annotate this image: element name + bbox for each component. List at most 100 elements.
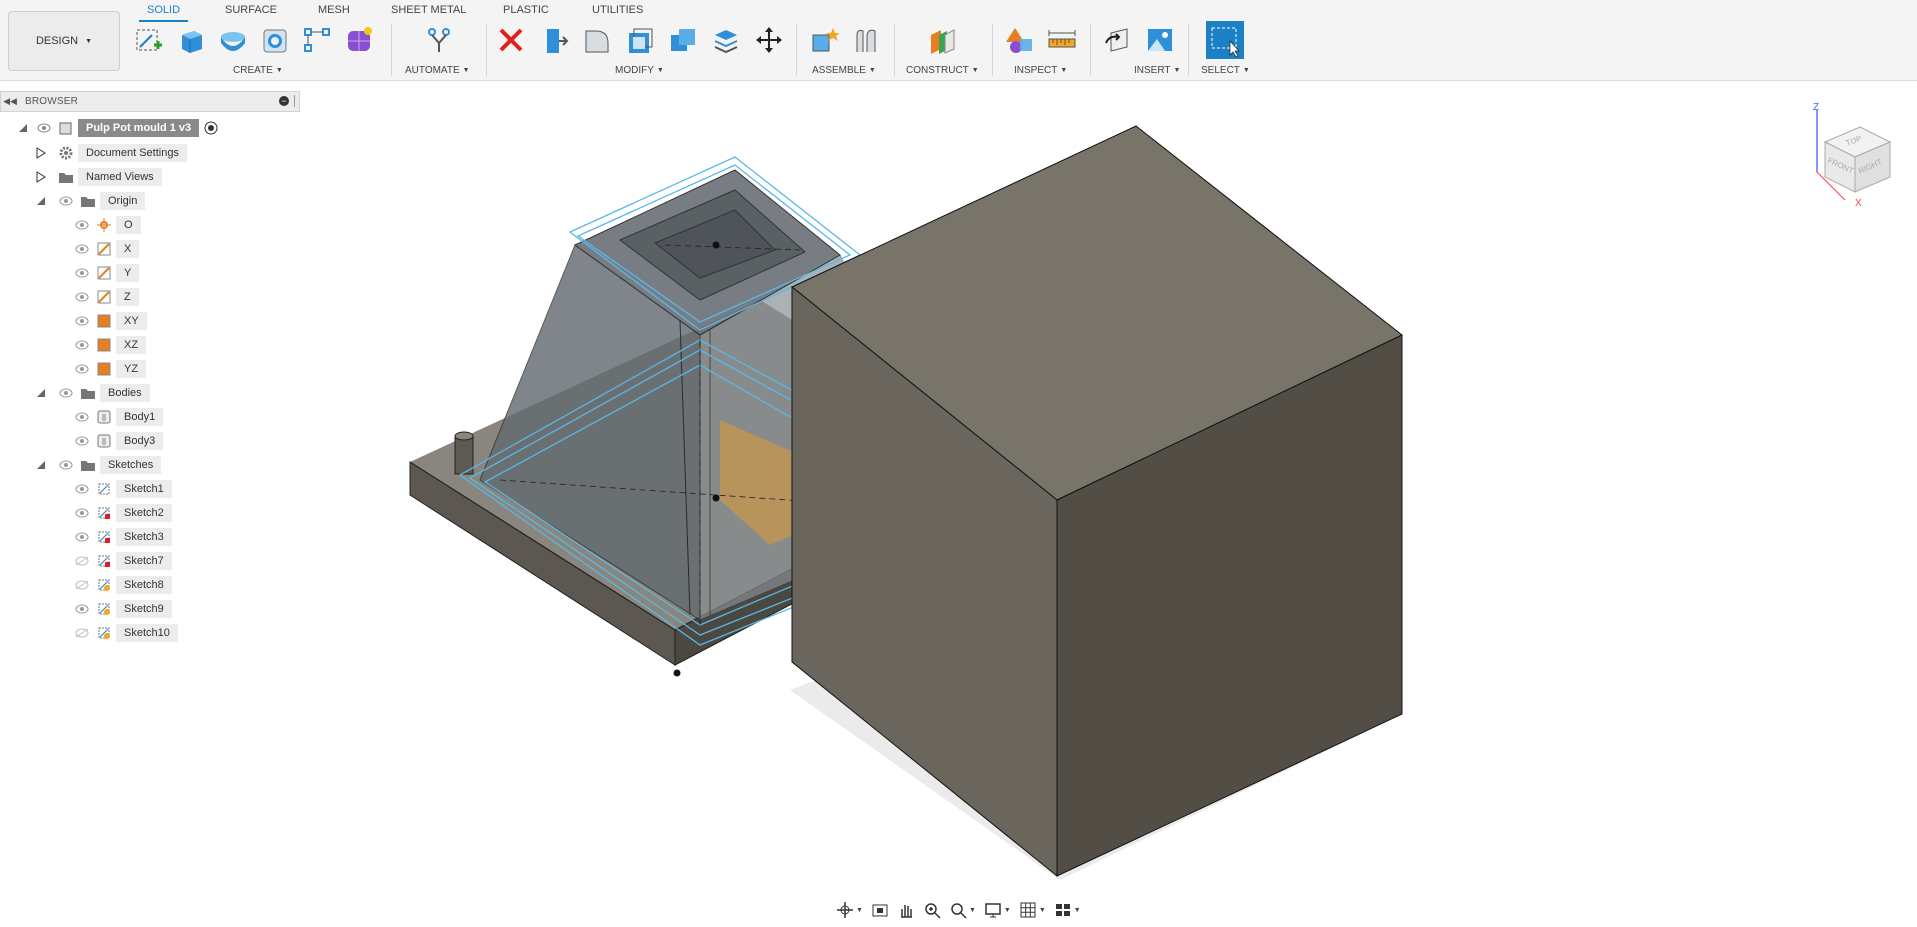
expanded-triangle-icon[interactable] (34, 458, 48, 472)
tree-item-sketch3[interactable]: Sketch3 (74, 527, 172, 547)
expanded-triangle-icon[interactable] (16, 121, 30, 135)
expanded-triangle-icon[interactable] (34, 194, 48, 208)
view-cube[interactable]: TOP FRONT RIGHT Z X (1805, 102, 1905, 212)
eye-hidden-icon[interactable] (74, 579, 90, 591)
pan-button[interactable] (895, 900, 917, 920)
eye-icon[interactable] (74, 603, 90, 615)
tree-item-origin-point[interactable]: O (74, 215, 141, 235)
construct-menu[interactable]: CONSTRUCT ▼ (906, 65, 979, 76)
tree-item-sketch10[interactable]: Sketch10 (74, 623, 178, 643)
eye-hidden-icon[interactable] (74, 627, 90, 639)
collapsed-triangle-icon[interactable] (34, 146, 48, 160)
tree-item-bodies[interactable]: Bodies (34, 383, 150, 403)
eye-hidden-icon[interactable] (74, 555, 90, 567)
select-icon[interactable] (1206, 21, 1244, 59)
viewports-button[interactable]: ▼ (1052, 900, 1083, 920)
eye-icon[interactable] (74, 315, 90, 327)
combine-icon[interactable] (667, 24, 699, 56)
eye-icon[interactable] (74, 435, 90, 447)
eye-icon[interactable] (74, 243, 90, 255)
display-settings-button[interactable]: ▼ (982, 900, 1013, 920)
eye-icon[interactable] (58, 195, 74, 207)
eye-icon[interactable] (74, 291, 90, 303)
interference-icon[interactable] (1004, 24, 1036, 56)
toolbar-divider (1090, 24, 1091, 76)
tab-sheet-metal[interactable]: SHEET METAL (391, 4, 466, 16)
eye-icon[interactable] (58, 387, 74, 399)
offset-faces-icon[interactable] (710, 24, 742, 56)
automate-menu[interactable]: AUTOMATE ▼ (405, 65, 470, 76)
tab-mesh[interactable]: MESH (318, 4, 350, 16)
tree-item-plane-xz[interactable]: XZ (74, 335, 147, 355)
tab-utilities[interactable]: UTILITIES (592, 4, 643, 16)
eye-icon[interactable] (58, 459, 74, 471)
eye-icon[interactable] (74, 483, 90, 495)
tab-surface[interactable]: SURFACE (225, 4, 277, 16)
tree-item-plane-yz[interactable]: YZ (74, 359, 147, 379)
eye-icon[interactable] (74, 507, 90, 519)
eye-icon[interactable] (36, 122, 52, 134)
tree-item-sketch7[interactable]: Sketch7 (74, 551, 172, 571)
tab-solid[interactable]: SOLID (138, 4, 189, 22)
insert-derive-icon[interactable] (1102, 24, 1134, 56)
orbit-button[interactable]: ▼ (834, 900, 865, 920)
collapse-panel-icon[interactable]: ◀◀ (1, 96, 19, 107)
revolve-icon[interactable] (217, 24, 249, 56)
tree-item-sketch2[interactable]: Sketch2 (74, 503, 172, 523)
fillet-icon[interactable] (581, 24, 613, 56)
shell-icon[interactable] (624, 24, 656, 56)
tree-item-origin[interactable]: Origin (34, 191, 146, 211)
tree-item-axis-y[interactable]: Y (74, 263, 140, 283)
tree-item-axis-x[interactable]: X (74, 239, 140, 259)
model-viewport[interactable] (300, 81, 1917, 927)
expanded-triangle-icon[interactable] (34, 386, 48, 400)
create-menu[interactable]: CREATE ▼ (233, 65, 283, 76)
eye-icon[interactable] (74, 219, 90, 231)
tree-item-document-settings[interactable]: Document Settings (34, 143, 187, 163)
tree-item-plane-xy[interactable]: XY (74, 311, 147, 331)
automate-icon[interactable] (423, 24, 455, 56)
workspace-switcher-button[interactable]: DESIGN ▼ (8, 11, 120, 71)
tree-item-sketch1[interactable]: Sketch1 (74, 479, 172, 499)
tree-item-sketch9[interactable]: Sketch9 (74, 599, 172, 619)
delete-icon[interactable] (495, 24, 527, 56)
hole-icon[interactable] (259, 24, 291, 56)
collapsed-triangle-icon[interactable] (34, 170, 48, 184)
tab-plastic[interactable]: PLASTIC (503, 4, 549, 16)
new-component-icon[interactable] (808, 24, 840, 56)
eye-icon[interactable] (74, 267, 90, 279)
tree-item-body3[interactable]: Body3 (74, 431, 164, 451)
measure-icon[interactable] (1046, 24, 1078, 56)
extrude-icon[interactable] (175, 24, 207, 56)
tree-item-sketch8[interactable]: Sketch8 (74, 575, 172, 595)
minimize-icon[interactable]: − (279, 96, 289, 106)
assemble-menu[interactable]: ASSEMBLE ▼ (812, 65, 876, 76)
tree-item-axis-z[interactable]: Z (74, 287, 139, 307)
eye-icon[interactable] (74, 339, 90, 351)
zoom-button[interactable] (921, 900, 943, 920)
select-menu[interactable]: SELECT ▼ (1201, 65, 1250, 76)
modify-menu[interactable]: MODIFY ▼ (615, 65, 664, 76)
press-pull-icon[interactable] (538, 24, 570, 56)
tree-item-body1[interactable]: Body1 (74, 407, 164, 427)
create-form-icon[interactable] (343, 24, 375, 56)
pattern-icon[interactable] (301, 24, 333, 56)
eye-icon[interactable] (74, 531, 90, 543)
eye-icon[interactable] (74, 411, 90, 423)
fit-button[interactable]: ▼ (947, 900, 978, 920)
inspect-menu[interactable]: INSPECT ▼ (1014, 65, 1067, 76)
joint-icon[interactable] (850, 24, 882, 56)
look-at-button[interactable] (869, 900, 891, 920)
resize-grip[interactable] (294, 95, 297, 107)
offset-plane-icon[interactable] (926, 24, 958, 56)
tree-item-sketches[interactable]: Sketches (34, 455, 162, 475)
tree-root[interactable]: Pulp Pot mould 1 v3 (16, 118, 219, 138)
insert-canvas-icon[interactable] (1144, 24, 1176, 56)
tree-item-named-views[interactable]: Named Views (34, 167, 162, 187)
activate-radio-icon[interactable] (203, 120, 219, 136)
grid-settings-button[interactable]: ▼ (1017, 900, 1048, 920)
create-sketch-icon[interactable] (133, 24, 165, 56)
move-copy-icon[interactable] (753, 24, 785, 56)
insert-menu[interactable]: INSERT ▼ (1134, 65, 1180, 76)
eye-icon[interactable] (74, 363, 90, 375)
